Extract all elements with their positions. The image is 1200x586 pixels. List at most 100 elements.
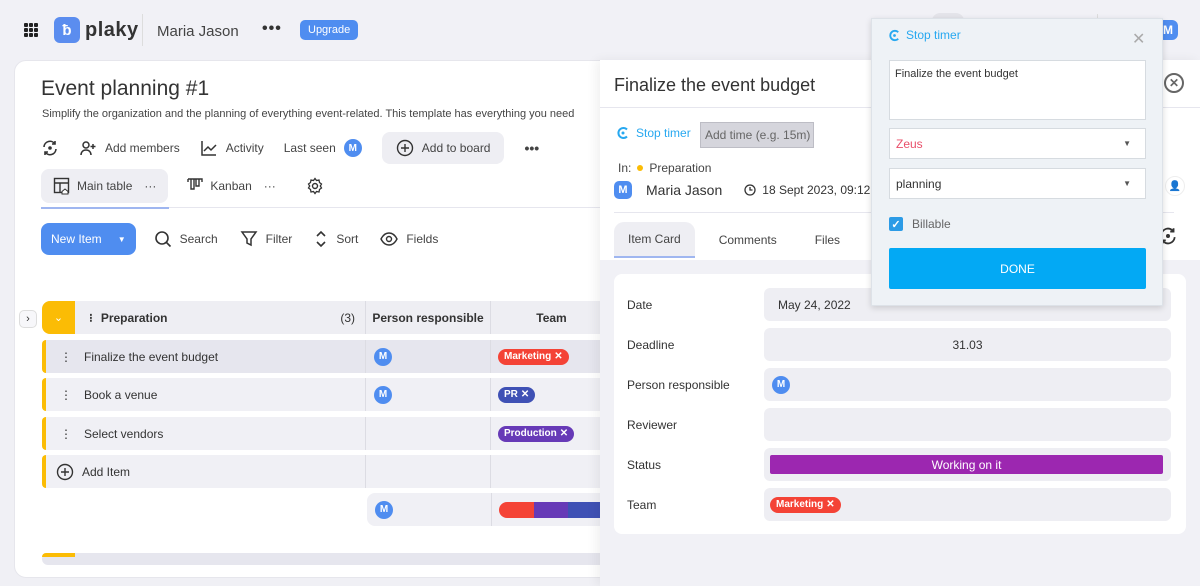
workspace-name[interactable]: Maria Jason: [157, 23, 239, 40]
row-menu-icon[interactable]: ⋮: [60, 427, 72, 441]
sort-label: Sort: [336, 232, 359, 246]
table-icon: [53, 177, 70, 195]
item-card: Date May 24, 2022 Deadline 31.03 Person …: [614, 274, 1186, 534]
board-more-button[interactable]: •••: [524, 132, 539, 164]
gear-icon: [307, 177, 323, 195]
sync-icon: [43, 140, 57, 156]
divider: [142, 14, 143, 46]
team-tag[interactable]: PR ✕: [498, 386, 536, 403]
team-tag[interactable]: Production ✕: [498, 425, 575, 442]
plus-circle-icon: [56, 463, 74, 480]
column-header-person[interactable]: Person responsible: [366, 301, 491, 334]
popup-stop-timer-button[interactable]: Stop timer: [888, 28, 961, 42]
caret-down-icon: ▼: [1123, 139, 1131, 148]
team-segment-marketing: [499, 501, 534, 518]
checkbox-checked-icon[interactable]: ✓: [889, 217, 903, 231]
group-collapse-toggle[interactable]: ⌄: [42, 301, 75, 334]
clockify-icon: [889, 29, 899, 41]
deadline-value[interactable]: 31.03: [764, 328, 1171, 361]
group-name: Preparation: [649, 161, 712, 175]
person-avatar[interactable]: M: [374, 347, 392, 366]
tab-files[interactable]: Files: [801, 222, 854, 258]
team-tag[interactable]: Marketing ✕: [770, 496, 841, 513]
group-color-dot: [637, 165, 644, 171]
done-button[interactable]: DONE: [889, 248, 1146, 289]
remove-tag-icon[interactable]: ✕: [560, 428, 568, 439]
owner-avatar: M: [614, 181, 632, 199]
add-members-button[interactable]: Add members: [79, 132, 180, 164]
last-seen-label: Last seen: [283, 141, 336, 155]
fields-button[interactable]: Fields: [380, 230, 438, 248]
view-tab-kanban[interactable]: Kanban ···: [174, 169, 287, 203]
drag-handle-icon[interactable]: ⁝: [89, 311, 93, 325]
close-icon[interactable]: ✕: [1132, 29, 1145, 49]
field-person-responsible: Person responsible M: [614, 368, 1186, 402]
logo[interactable]: ƀ plaky: [54, 17, 139, 43]
item-title[interactable]: Finalize the event budget: [614, 75, 815, 96]
add-item-row[interactable]: Add Item: [42, 455, 612, 488]
stop-timer-label: Stop timer: [636, 126, 691, 140]
view-more-button[interactable]: ···: [144, 179, 156, 193]
view-settings-button[interactable]: [294, 169, 336, 203]
apps-grid-icon[interactable]: [24, 23, 38, 37]
new-item-button[interactable]: New Item ▼: [41, 223, 136, 255]
billable-checkbox[interactable]: ✓ Billable: [889, 217, 951, 231]
upgrade-button[interactable]: Upgrade: [300, 20, 359, 40]
clock-icon: [744, 184, 756, 196]
add-to-board-button[interactable]: Add to board: [381, 132, 505, 164]
activity-button[interactable]: Activity: [200, 132, 264, 164]
search-button[interactable]: Search: [154, 230, 218, 248]
caret-down-icon[interactable]: ▼: [118, 235, 126, 244]
table-row[interactable]: ⋮ Select vendors Production ✕: [42, 417, 612, 450]
team-tag[interactable]: Marketing ✕: [498, 348, 569, 365]
description-textarea[interactable]: Finalize the event budget: [889, 60, 1146, 120]
remove-tag-icon[interactable]: ✕: [521, 389, 529, 400]
person-cell-empty[interactable]: [366, 417, 491, 450]
close-icon[interactable]: ✕: [1164, 73, 1184, 93]
group-summary-row: M: [367, 493, 612, 526]
remove-tag-icon[interactable]: ✕: [554, 351, 562, 362]
board-title: Event planning #1: [41, 77, 210, 100]
filter-label: Filter: [265, 232, 293, 246]
stop-timer-button[interactable]: Stop timer: [616, 126, 691, 140]
group-name[interactable]: ⁝ Preparation: [89, 311, 168, 325]
sort-button[interactable]: Sort: [314, 230, 358, 248]
field-label: Deadline: [627, 338, 675, 352]
kanban-icon: [187, 178, 204, 190]
filter-button[interactable]: Filter: [240, 230, 293, 248]
expand-sidebar-button[interactable]: ›: [19, 310, 37, 328]
plus-circle-icon: [396, 139, 413, 157]
team-distribution-bar[interactable]: [499, 501, 603, 518]
table-row[interactable]: ⋮ Book a venue M PR ✕: [42, 378, 612, 411]
project-select[interactable]: Zeus ▼: [889, 128, 1146, 159]
view-tab-main-table[interactable]: Main table ···: [41, 169, 169, 203]
row-menu-icon[interactable]: ⋮: [60, 388, 72, 402]
add-time-input[interactable]: Add time (e.g. 15m): [700, 122, 814, 148]
field-deadline: Deadline 31.03: [614, 328, 1186, 362]
reviewer-value[interactable]: [764, 408, 1171, 441]
board-description: Simplify the organization and the planni…: [42, 108, 575, 120]
active-view-indicator: [41, 207, 169, 209]
view-more-button[interactable]: ···: [264, 179, 276, 193]
activity-chart-icon: [200, 141, 217, 156]
eye-icon: [380, 232, 399, 246]
person-add-icon[interactable]: 👤: [1165, 176, 1185, 196]
activity-label: Activity: [225, 141, 264, 155]
board-panel: Event planning #1 Simplify the organizat…: [14, 60, 614, 578]
search-label: Search: [179, 232, 218, 246]
tab-comments[interactable]: Comments: [705, 222, 791, 258]
remove-tag-icon[interactable]: ✕: [826, 499, 834, 510]
team-segment-production: [533, 501, 569, 518]
sync-button[interactable]: [41, 132, 59, 164]
person-value[interactable]: M: [764, 368, 1171, 401]
tag-select[interactable]: planning ▼: [889, 168, 1146, 199]
row-menu-icon[interactable]: ⋮: [60, 350, 72, 364]
column-header-team[interactable]: Team: [491, 301, 612, 334]
field-label: Team: [627, 498, 657, 512]
workspace-more-button[interactable]: •••: [262, 20, 282, 38]
person-avatar[interactable]: M: [374, 385, 392, 404]
tab-item-card[interactable]: Item Card: [614, 222, 695, 258]
last-seen-button[interactable]: Last seen M: [284, 132, 362, 164]
table-row[interactable]: ⋮ Finalize the event budget M Marketing ✕: [42, 340, 612, 373]
status-badge[interactable]: Working on it: [770, 455, 1163, 474]
